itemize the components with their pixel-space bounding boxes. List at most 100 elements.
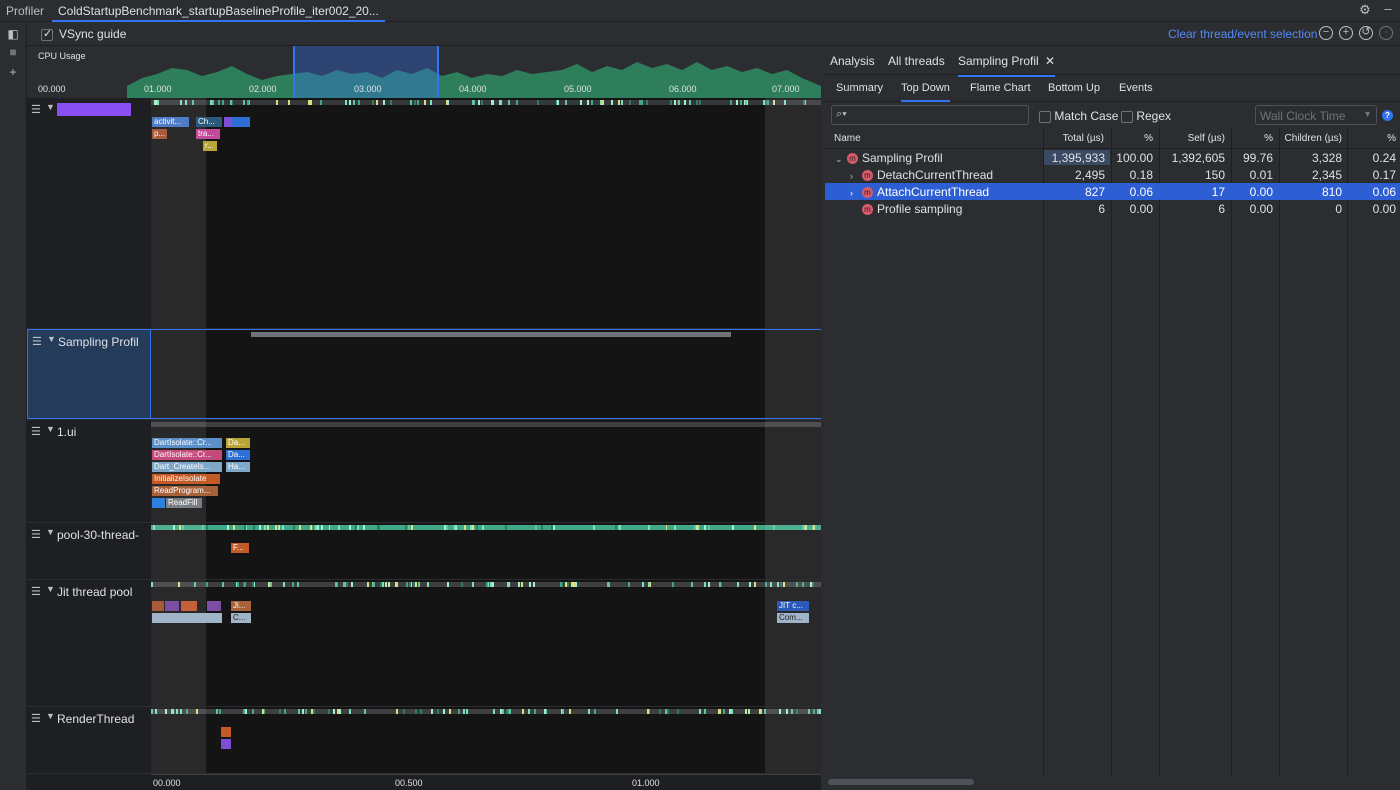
stop-icon[interactable]: ■ (6, 45, 20, 59)
thread-track-pool[interactable]: ☰ ▼ pool-30-thread- F... (27, 523, 821, 580)
panel-icon[interactable]: ◧ (6, 27, 20, 41)
table-row-selected[interactable]: › m AttachCurrentThread 827 0.06 17 0.00 8… (825, 183, 1400, 200)
collapse-arrow-icon[interactable]: ▼ (46, 527, 55, 537)
tab-flame-chart[interactable]: Flame Chart (970, 82, 1031, 94)
trace-frame[interactable]: F... (231, 543, 249, 553)
thread-events[interactable]: activit... Ch... p... tra... r... (151, 98, 821, 328)
collapse-arrow-icon[interactable]: ▼ (46, 102, 55, 112)
trace-frame[interactable]: Ji... (231, 601, 251, 611)
column-header-children[interactable]: Children (µs) (1279, 129, 1347, 149)
profiler-label[interactable]: Profiler (6, 4, 44, 18)
column-header-self-pct[interactable]: % (1231, 129, 1279, 149)
trace-frame[interactable]: r... (203, 141, 217, 151)
tab-sampling-profil[interactable]: Sampling Profil ✕ (958, 54, 1056, 77)
column-header-self[interactable]: Self (µs) (1159, 129, 1231, 149)
clock-type-dropdown[interactable]: Wall Clock Time ▼ (1255, 105, 1377, 125)
trace-frame[interactable]: C... (231, 613, 251, 623)
collapse-arrow-icon[interactable]: ▼ (47, 334, 56, 344)
column-header-total[interactable]: Total (µs) (1043, 129, 1111, 149)
drag-handle-icon[interactable]: ☰ (31, 712, 41, 725)
drag-handle-icon[interactable]: ☰ (31, 528, 41, 541)
trace-frame[interactable] (221, 727, 231, 737)
trace-frame[interactable]: ReadFill (166, 498, 202, 508)
drag-handle-icon[interactable]: ☰ (31, 585, 41, 598)
chevron-right-icon[interactable]: › (850, 171, 862, 181)
trace-frame[interactable] (165, 601, 179, 611)
collapse-arrow-icon[interactable]: ▼ (46, 711, 55, 721)
trace-frame[interactable] (221, 739, 231, 749)
trace-frame[interactable] (152, 613, 222, 623)
chevron-right-icon[interactable]: › (850, 188, 862, 198)
drag-handle-icon[interactable]: ☰ (32, 335, 42, 348)
checkbox-icon[interactable] (1039, 110, 1051, 123)
thread-state-tick (237, 582, 239, 587)
trace-frame[interactable] (181, 601, 197, 611)
cpu-usage-track[interactable]: CPU Usage 00.000 01.000 02.000 03.000 04… (27, 46, 821, 98)
thread-events[interactable]: DartIsolate::Cr... Da... DartIsolate::Cr… (151, 420, 821, 522)
thread-track-main[interactable]: ☰ ▼ activit... Ch... p... tra... r... (27, 98, 821, 329)
trace-frame[interactable]: Da... (226, 450, 250, 460)
tab-events[interactable]: Events (1119, 82, 1153, 94)
thread-events[interactable] (151, 707, 821, 773)
collapse-arrow-icon[interactable]: ▼ (46, 584, 55, 594)
table-row[interactable]: › m DetachCurrentThread 2,495 0.18 150 0.0… (825, 166, 1400, 183)
trace-frame[interactable]: JIT c... (777, 601, 809, 611)
trace-frame[interactable]: Dart_CreateIs... (152, 462, 222, 472)
drag-handle-icon[interactable]: ☰ (31, 425, 41, 438)
collapse-arrow-icon[interactable]: ▼ (46, 424, 55, 434)
thread-track-renderthread[interactable]: ☰ ▼ RenderThread (27, 707, 821, 774)
thread-events[interactable] (151, 329, 821, 419)
match-case-checkbox[interactable]: Match Case (1039, 109, 1118, 123)
trace-frame[interactable] (152, 498, 165, 508)
vsync-guide-checkbox[interactable]: VSync guide (35, 27, 126, 41)
trace-frame[interactable]: Com... (777, 613, 809, 623)
column-header-children-pct[interactable]: % (1347, 129, 1400, 149)
tab-top-down[interactable]: Top Down (901, 82, 950, 102)
zoom-in-icon[interactable]: + (1339, 26, 1353, 40)
trace-frame[interactable]: ReadProgram... (152, 486, 218, 496)
trace-frame[interactable]: p... (152, 129, 167, 139)
zoom-out-icon[interactable]: − (1319, 26, 1333, 40)
clear-selection-link[interactable]: Clear thread/event selection (1168, 27, 1317, 41)
trace-frame[interactable]: Ch... (196, 117, 222, 127)
checkbox-icon[interactable] (41, 27, 53, 41)
thread-events[interactable]: Ji... C... JIT c... Com... (151, 580, 821, 706)
trace-frame[interactable]: tra... (196, 129, 220, 139)
column-header-name[interactable]: Name (825, 129, 1043, 149)
tab-analysis[interactable]: Analysis (830, 54, 875, 68)
column-header-total-pct[interactable]: % (1111, 129, 1159, 149)
trace-frame[interactable] (152, 601, 164, 611)
trace-frame[interactable]: Da... (226, 438, 250, 448)
horizontal-scrollbar[interactable] (828, 779, 974, 785)
close-icon[interactable]: ✕ (1045, 54, 1055, 68)
help-icon[interactable]: ? (1382, 110, 1393, 121)
tab-all-threads[interactable]: All threads (888, 54, 945, 68)
thread-track-jit[interactable]: ☰ ▼ Jit thread pool Ji... C... JIT c... … (27, 580, 821, 707)
table-row[interactable]: m Profile sampling 6 0.00 6 0.00 0 0.00 (825, 200, 1400, 217)
tab-bottom-up[interactable]: Bottom Up (1048, 82, 1100, 94)
trace-frame[interactable]: InitializeIsolate (152, 474, 220, 484)
add-icon[interactable]: + (6, 65, 20, 79)
minimize-icon[interactable]: – (1381, 2, 1395, 17)
chevron-down-icon[interactable]: ⌄ (835, 154, 847, 165)
trace-frame[interactable]: Ha... (226, 462, 250, 472)
trace-frame[interactable] (224, 117, 232, 127)
trace-frame[interactable] (207, 601, 221, 611)
drag-handle-icon[interactable]: ☰ (31, 103, 41, 116)
trace-frame[interactable]: DartIsolate::Cr... (152, 450, 222, 460)
checkbox-icon[interactable] (1121, 110, 1133, 123)
go-live-icon[interactable]: · (1379, 26, 1393, 40)
reset-zoom-icon[interactable]: ↺ (1359, 26, 1373, 40)
regex-checkbox[interactable]: Regex (1121, 109, 1171, 123)
trace-frame[interactable] (232, 117, 250, 127)
table-row[interactable]: ⌄ m Sampling Profil 1,395,933 100.00 1,392… (825, 149, 1400, 166)
trace-frame[interactable]: DartIsolate::Cr... (152, 438, 222, 448)
recording-tab[interactable]: ColdStartupBenchmark_startupBaselineProf… (52, 0, 385, 22)
thread-track-ui[interactable]: ☰ ▼ 1.ui DartIsolate::Cr... Da... DartIs… (27, 420, 821, 523)
trace-frame[interactable]: activit... (152, 117, 189, 127)
tab-summary[interactable]: Summary (836, 82, 883, 94)
gear-icon[interactable]: ⚙ (1358, 3, 1372, 17)
thread-events[interactable]: F... (151, 523, 821, 579)
thread-track-sampling-profil[interactable]: ☰ ▼ Sampling Profil (27, 329, 821, 420)
search-input[interactable]: ⌕▾ (831, 105, 1029, 125)
